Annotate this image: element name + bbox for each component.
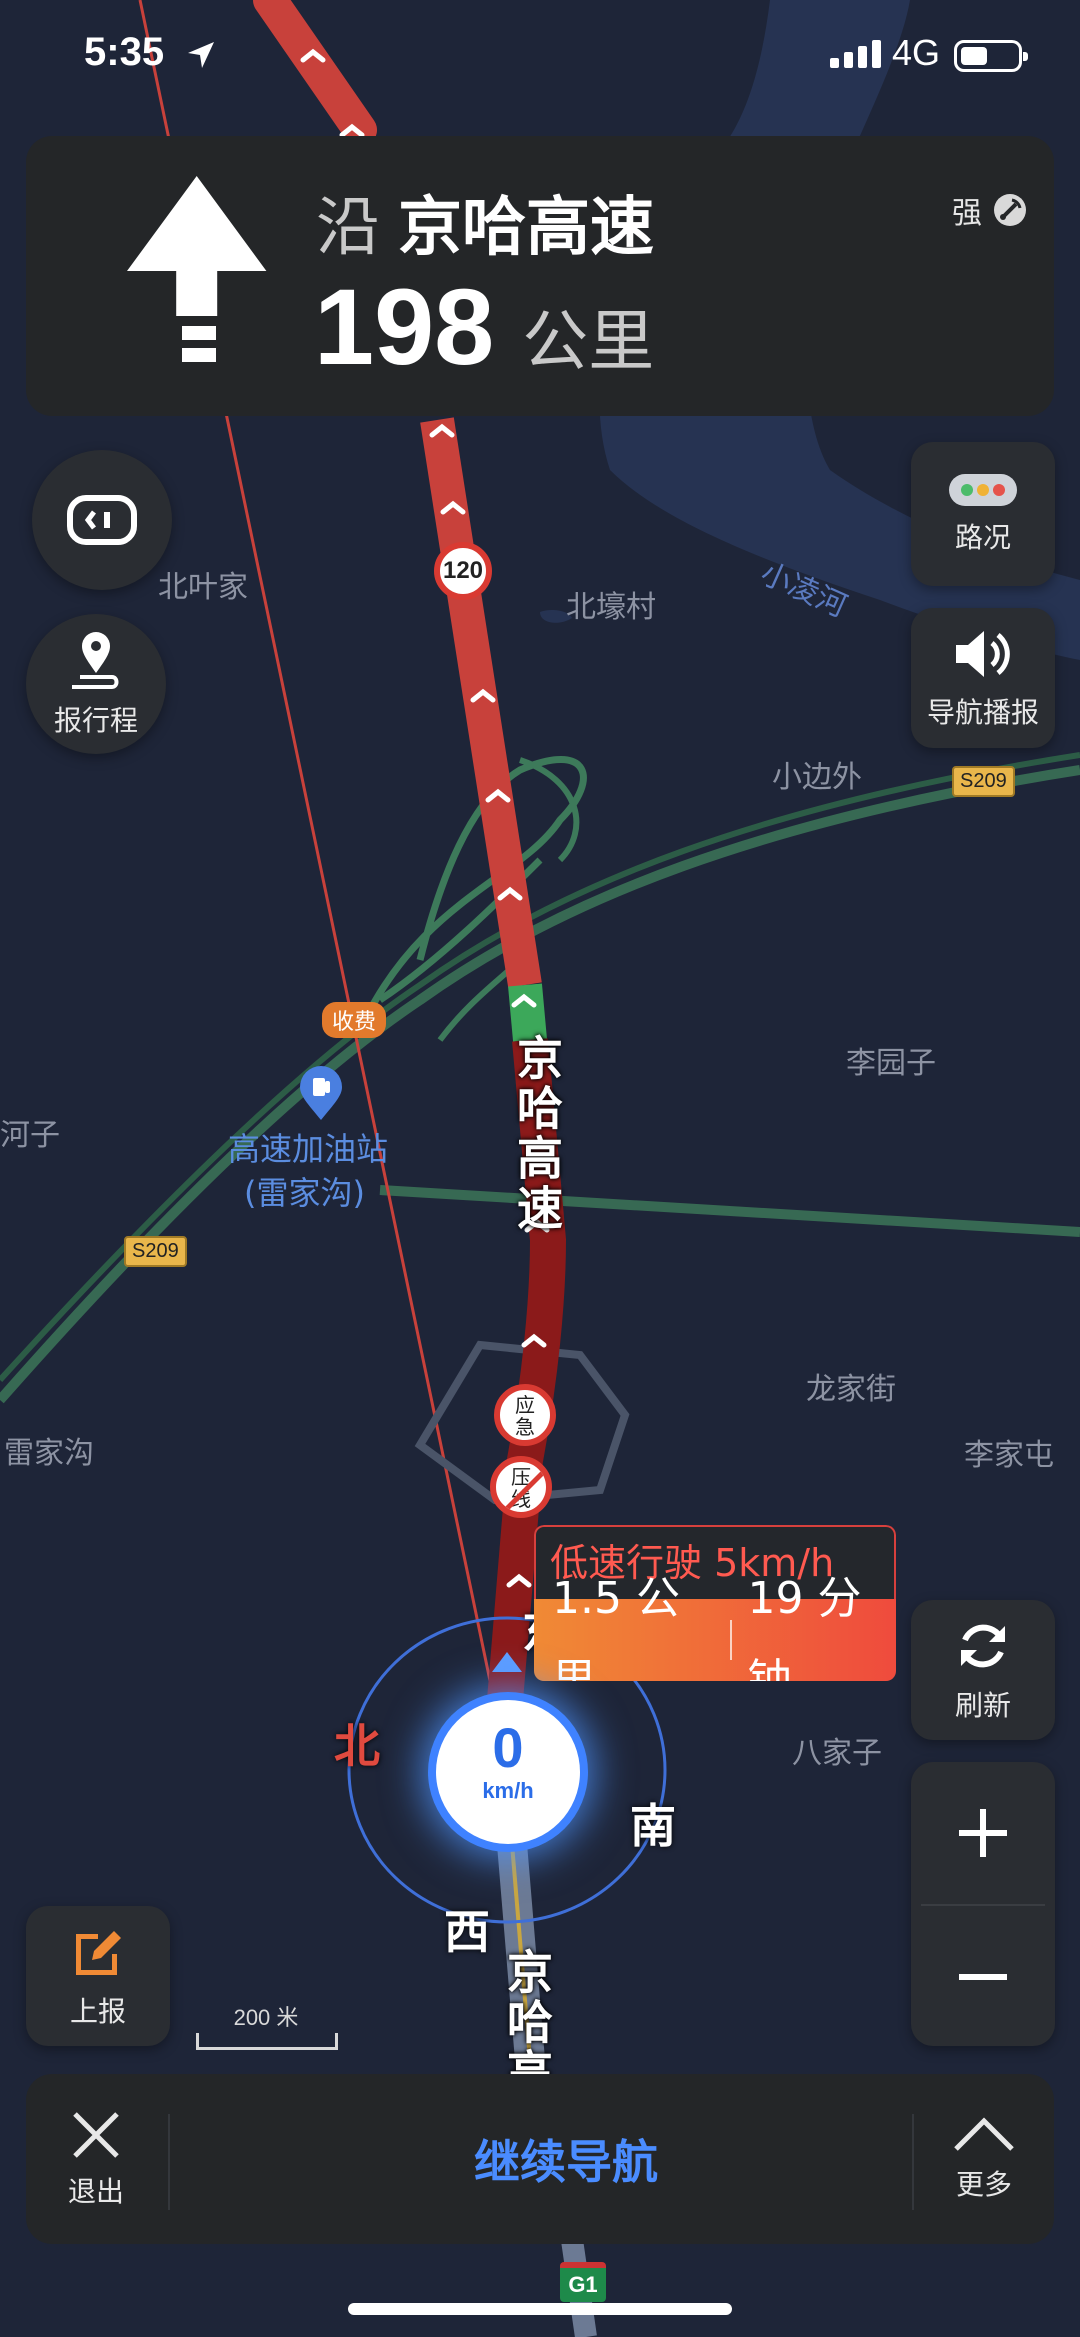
distance-unit: 公里 xyxy=(522,303,655,380)
network-type: 4G xyxy=(892,32,941,73)
congestion-bubble[interactable]: 低速行驶 5km/h 1.5 公里 19 分钟 xyxy=(534,1525,896,1681)
route-shield-s209: S209 xyxy=(952,766,1015,797)
refresh-label: 刷新 xyxy=(954,1689,1011,1722)
no-line-press-sign: 压线 xyxy=(490,1456,552,1518)
route-shield-s209-west: S209 xyxy=(124,1236,187,1267)
route-shield-g1: G1 xyxy=(560,2262,606,2302)
guidance-banner[interactable]: 沿京哈高速 198 公里 强 xyxy=(26,136,1054,416)
map-label-gas-station-sub: (雷家沟) xyxy=(244,1174,365,1212)
signal-icon xyxy=(830,40,881,68)
refresh-button[interactable]: 刷新 xyxy=(911,1600,1055,1740)
more-button[interactable]: 更多 xyxy=(914,2074,1054,2244)
voice-broadcast-label: 导航播报 xyxy=(926,696,1039,729)
gps-strength-label: 强 xyxy=(952,196,982,231)
zoom-controls xyxy=(911,1762,1055,2046)
speed-value: 0 xyxy=(492,1716,524,1779)
compass-south: 南 xyxy=(630,1799,676,1853)
status-bar: 5:35 4G xyxy=(0,0,1080,120)
bar-divider-left xyxy=(168,2114,170,2210)
scale-label: 200 米 xyxy=(233,2005,299,2030)
scale-bar xyxy=(196,2033,338,2050)
edit-report-icon xyxy=(76,1931,121,1975)
minus-icon xyxy=(959,1974,1007,1980)
exit-label: 退出 xyxy=(67,2175,124,2208)
map-label-liyuanzi: 李园子 xyxy=(846,1046,936,1081)
compass-west: 西 xyxy=(444,1905,490,1959)
continue-navigation-button[interactable]: 继续导航 xyxy=(206,2074,926,2244)
congestion-distance: 1.5 公里 xyxy=(552,1573,680,1681)
battery-icon xyxy=(954,40,1028,72)
map-scale: 200 米 xyxy=(196,2000,338,2050)
satellite-icon xyxy=(994,194,1026,226)
camera-button[interactable] xyxy=(32,450,172,590)
traffic-button[interactable]: 路况 xyxy=(911,442,1055,586)
bottom-bar: 退出 继续导航 更多 xyxy=(26,2074,1054,2244)
dashcam-icon xyxy=(67,495,137,545)
chevron-up-icon xyxy=(954,2117,1014,2151)
zoom-in-button[interactable] xyxy=(911,1762,1055,1904)
compass-north: 北 xyxy=(334,1719,380,1773)
traffic-light-icon xyxy=(949,474,1017,506)
traffic-label: 路况 xyxy=(954,521,1011,554)
speed-limit-sign: 120 xyxy=(434,542,492,600)
emergency-lane-sign: 应急 xyxy=(494,1384,556,1446)
plus-icon xyxy=(959,1809,1007,1857)
toll-label: 收费 xyxy=(322,1002,387,1038)
current-speed-indicator: 0 km/h xyxy=(436,1700,580,1844)
voice-broadcast-button[interactable]: 导航播报 xyxy=(911,608,1055,748)
report-label: 上报 xyxy=(69,1995,126,2028)
zoom-out-button[interactable] xyxy=(911,1906,1055,2048)
home-indicator[interactable] xyxy=(348,2303,732,2315)
refresh-icon xyxy=(961,1624,1005,1668)
congestion-time: 19 分钟 xyxy=(747,1573,862,1681)
emergency-lane-text: 应急 xyxy=(515,1393,535,1439)
map-label-hezi: 河子 xyxy=(0,1118,60,1153)
distance-value: 198 xyxy=(314,266,495,387)
close-icon xyxy=(73,2112,119,2158)
map-label-gas-station: 高速加油站 xyxy=(228,1130,389,1168)
road-name-label: 京哈高速 xyxy=(510,1034,564,1234)
map-label-longjiajie: 龙家街 xyxy=(806,1372,896,1407)
location-pin-icon xyxy=(72,632,119,689)
location-arrow-icon xyxy=(188,42,214,68)
map-label-bajiazi: 八家子 xyxy=(792,1736,882,1771)
road-instruction: 沿京哈高速 xyxy=(316,176,654,268)
map-label-leijiagou: 雷家沟 xyxy=(4,1436,94,1471)
status-time: 5:35 xyxy=(84,30,165,74)
map-label-beiyejia: 北叶家 xyxy=(158,570,248,605)
report-button[interactable]: 上报 xyxy=(26,1906,170,2046)
remaining-distance: 198 公里 xyxy=(314,264,654,389)
gps-strength: 强 xyxy=(952,188,1030,232)
map-label-lijiatun: 李家屯 xyxy=(964,1438,1054,1473)
road-prefix: 沿 xyxy=(316,191,380,265)
exit-button[interactable]: 退出 xyxy=(26,2074,166,2244)
share-trip-label: 报行程 xyxy=(53,704,138,737)
more-label: 更多 xyxy=(955,2168,1012,2201)
congestion-divider xyxy=(729,1620,732,1660)
straight-arrow-icon xyxy=(127,176,267,362)
map-label-beihaocun: 北壕村 xyxy=(566,590,656,625)
gas-station-icon[interactable] xyxy=(298,1066,344,1122)
speed-unit: km/h xyxy=(482,1778,534,1803)
road-name: 京哈高速 xyxy=(398,191,654,265)
speaker-icon xyxy=(956,631,1010,677)
map-label-xiaobianwai: 小边外 xyxy=(772,760,862,795)
congestion-detail: 1.5 公里 19 分钟 xyxy=(534,1573,896,1681)
share-trip-button[interactable]: 报行程 xyxy=(26,614,166,754)
